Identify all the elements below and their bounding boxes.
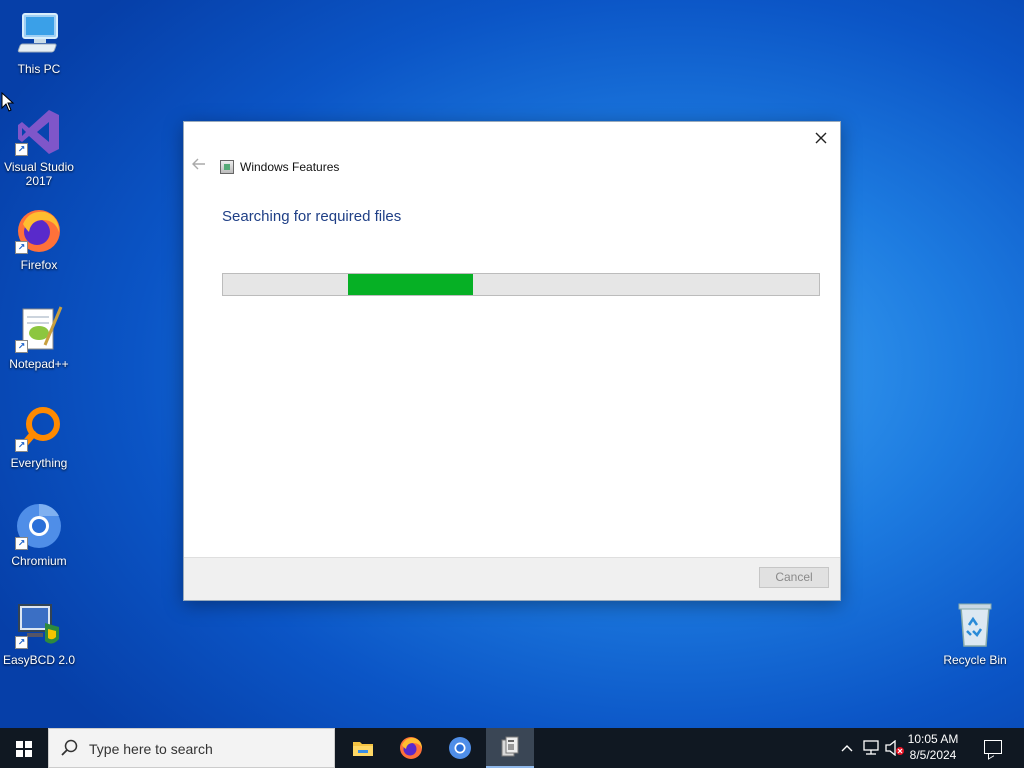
back-arrow-icon (192, 158, 205, 170)
shortcut-arrow-icon: ↗ (15, 537, 28, 550)
desktop-icon-this-pc[interactable]: This PC (1, 10, 77, 76)
windows-logo-icon (16, 741, 32, 757)
back-button[interactable] (192, 158, 208, 174)
desktop-icon-label: Visual Studio 2017 (4, 160, 74, 188)
notepadpp-icon: ↗ (15, 305, 63, 353)
shortcut-arrow-icon: ↗ (15, 340, 28, 353)
shortcut-arrow-icon: ↗ (15, 439, 28, 452)
windows-features-icon (220, 160, 234, 174)
search-placeholder: Type here to search (89, 741, 213, 757)
progress-bar (222, 273, 820, 296)
desktop-icon-label: EasyBCD 2.0 (2, 653, 76, 667)
network-icon[interactable] (862, 740, 880, 756)
dialog-title-row: Windows Features (220, 158, 339, 176)
chromium-icon (449, 737, 471, 759)
windows-features-dialog: Windows Features Searching for required … (183, 121, 841, 601)
recycle-bin-icon (951, 601, 999, 649)
dialog-title: Windows Features (240, 160, 340, 174)
status-heading: Searching for required files (222, 208, 402, 225)
desktop-icon-firefox[interactable]: ↗ Firefox (1, 206, 77, 272)
desktop-icon-label: Notepad++ (9, 357, 69, 371)
mouse-cursor-icon (1, 92, 15, 112)
taskbar-chromium[interactable] (436, 728, 484, 768)
clock-time: 10:05 AM (907, 732, 959, 746)
close-icon (815, 132, 827, 144)
this-pc-icon (15, 10, 63, 58)
search-box[interactable]: Type here to search (48, 728, 335, 768)
show-hidden-icons-chevron-icon[interactable] (841, 744, 853, 752)
desktop-icon-everything[interactable]: ↗ Everything (1, 404, 77, 470)
everything-icon: ↗ (15, 404, 63, 452)
desktop-icon-label: Firefox (20, 258, 58, 272)
desktop-icon-label: This PC (17, 62, 61, 76)
desktop-icon-label: Everything (10, 456, 68, 470)
dialog-footer: Cancel (184, 557, 840, 600)
progress-bar-fill (348, 274, 474, 295)
windows-features-icon (501, 736, 519, 757)
taskbar-firefox[interactable] (387, 728, 435, 768)
desktop-icon-recycle-bin[interactable]: Recycle Bin (937, 601, 1013, 667)
search-icon (61, 739, 78, 756)
firefox-icon: ↗ (15, 206, 63, 254)
chromium-icon: ↗ (15, 502, 63, 550)
file-explorer-icon (353, 742, 373, 756)
shortcut-arrow-icon: ↗ (15, 143, 28, 156)
action-center-icon[interactable] (984, 740, 1002, 754)
desktop-icon-chromium[interactable]: ↗ Chromium (1, 502, 77, 568)
visual-studio-icon: ↗ (15, 108, 63, 156)
desktop-icon-label: Recycle Bin (943, 653, 1007, 667)
shortcut-arrow-icon: ↗ (15, 636, 28, 649)
cancel-button[interactable]: Cancel (759, 567, 829, 588)
taskbar-windows-features[interactable] (486, 728, 534, 768)
firefox-icon (400, 737, 422, 759)
desktop-icon-notepadpp[interactable]: ↗ Notepad++ (1, 305, 77, 371)
clock[interactable]: 10:05 AM 8/5/2024 (902, 731, 964, 763)
desktop-icon-label: Chromium (11, 554, 67, 568)
taskbar: Type here to search 10:05 AM 8/5/2024 (0, 728, 1024, 768)
close-button[interactable] (810, 128, 832, 150)
taskbar-file-explorer[interactable] (339, 728, 387, 768)
easybcd-icon: ↗ (15, 601, 63, 649)
shortcut-arrow-icon: ↗ (15, 241, 28, 254)
clock-date: 8/5/2024 (909, 748, 957, 762)
start-button[interactable] (0, 728, 48, 768)
desktop-icon-easybcd[interactable]: ↗ EasyBCD 2.0 (1, 601, 77, 667)
desktop-icon-visual-studio[interactable]: ↗ Visual Studio 2017 (1, 108, 77, 188)
